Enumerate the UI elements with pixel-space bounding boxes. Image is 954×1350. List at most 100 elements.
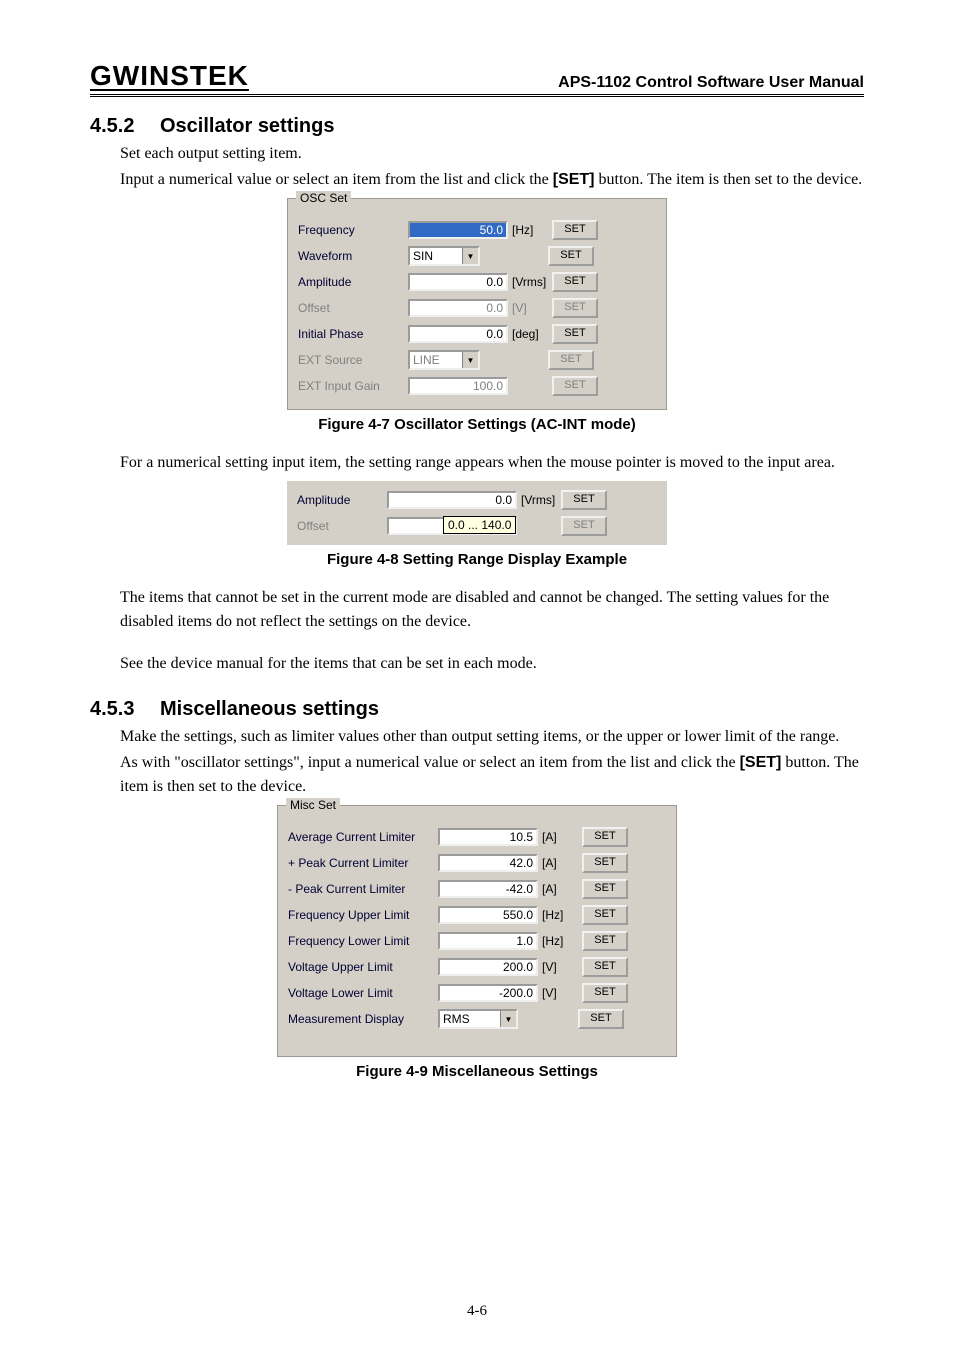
set-button[interactable]: SET: [582, 853, 628, 873]
misc-set-group: Misc Set Average Current Limiter 10.5 [A…: [277, 805, 677, 1057]
page-header: GWINSTEK APS-1102 Control Software User …: [90, 60, 864, 97]
para: The items that cannot be set in the curr…: [120, 586, 864, 634]
set-button[interactable]: SET: [582, 879, 628, 899]
chevron-down-icon[interactable]: ▼: [462, 248, 478, 264]
row-initial-phase: Initial Phase 0.0 [deg] SET: [298, 321, 656, 347]
measurement-combo[interactable]: RMS ▼: [438, 1009, 518, 1029]
set-button[interactable]: SET: [552, 324, 598, 344]
para: Set each output setting item.: [120, 142, 864, 166]
group-legend: Misc Set: [286, 798, 340, 812]
offset-input: 0.0: [408, 299, 508, 317]
row-freq-lower: Frequency Lower Limit 1.0 [Hz] SET: [288, 928, 666, 954]
row-measurement-display: Measurement Display RMS ▼ SET: [288, 1006, 666, 1032]
row-ext-source: EXT Source LINE ▼ SET: [298, 347, 656, 373]
row-waveform: Waveform SIN ▼ SET: [298, 243, 656, 269]
chevron-down-icon[interactable]: ▼: [500, 1011, 516, 1027]
amplitude-input[interactable]: 0.0: [387, 491, 517, 509]
unit: [V]: [538, 960, 582, 974]
ext-gain-input: 100.0: [408, 377, 508, 395]
para: For a numerical setting input item, the …: [120, 451, 864, 475]
value-input[interactable]: 550.0: [438, 906, 538, 924]
field-label: Frequency: [298, 223, 408, 237]
para: Input a numerical value or select an ite…: [120, 168, 864, 192]
field-label: Amplitude: [297, 493, 387, 507]
unit: [V]: [538, 986, 582, 1000]
group-legend: OSC Set: [296, 191, 351, 205]
unit: [Hz]: [538, 908, 582, 922]
field-label: Initial Phase: [298, 327, 408, 341]
set-button[interactable]: SET: [582, 931, 628, 951]
range-example-panel: Amplitude 0.0 [Vrms] SET Offset 0.0 ... …: [287, 481, 667, 545]
figure-caption: Figure 4-8 Setting Range Display Example: [90, 551, 864, 568]
section-title: Miscellaneous settings: [160, 698, 379, 720]
figure-caption: Figure 4-9 Miscellaneous Settings: [90, 1063, 864, 1080]
text: [SET]: [553, 171, 595, 188]
para: See the device manual for the items that…: [120, 652, 864, 676]
section-453-heading: 4.5.3Miscellaneous settings: [90, 698, 864, 721]
row-amplitude: Amplitude 0.0 [Vrms] SET: [298, 269, 656, 295]
row-volt-lower: Voltage Lower Limit -200.0 [V] SET: [288, 980, 666, 1006]
set-button[interactable]: SET: [552, 272, 598, 292]
amplitude-input[interactable]: 0.0: [408, 273, 508, 291]
range-tooltip: 0.0 ... 140.0: [443, 516, 516, 534]
row-volt-upper: Voltage Upper Limit 200.0 [V] SET: [288, 954, 666, 980]
initial-phase-input[interactable]: 0.0: [408, 325, 508, 343]
value-input[interactable]: 1.0: [438, 932, 538, 950]
text: Input a numerical value or select an ite…: [120, 171, 553, 188]
value-input[interactable]: 10.5: [438, 828, 538, 846]
text: button. The item is then set to the devi…: [595, 171, 863, 188]
unit: [A]: [538, 830, 582, 844]
misc-set-panel: Misc Set Average Current Limiter 10.5 [A…: [277, 805, 677, 1057]
field-label: - Peak Current Limiter: [288, 882, 438, 896]
set-button[interactable]: SET: [582, 905, 628, 925]
field-label: Offset: [298, 301, 408, 315]
unit: [Vrms]: [508, 275, 552, 289]
set-button[interactable]: SET: [552, 220, 598, 240]
row-frequency: Frequency 50.0 [Hz] SET: [298, 217, 656, 243]
set-button[interactable]: SET: [548, 246, 594, 266]
unit: [Vrms]: [517, 493, 561, 507]
text: [SET]: [740, 754, 782, 771]
row-amplitude-example: Amplitude 0.0 [Vrms] SET: [297, 487, 657, 513]
osc-set-panel: OSC Set Frequency 50.0 [Hz] SET Waveform…: [287, 198, 667, 410]
field-label: Amplitude: [298, 275, 408, 289]
value-input[interactable]: -200.0: [438, 984, 538, 1002]
figure-caption: Figure 4-7 Oscillator Settings (AC-INT m…: [90, 416, 864, 433]
set-button: SET: [552, 376, 598, 396]
value-input[interactable]: 42.0: [438, 854, 538, 872]
field-label: Voltage Upper Limit: [288, 960, 438, 974]
osc-set-group: OSC Set Frequency 50.0 [Hz] SET Waveform…: [287, 198, 667, 410]
para: Make the settings, such as limiter value…: [120, 725, 864, 749]
row-ext-input-gain: EXT Input Gain 100.0 SET: [298, 373, 656, 399]
unit: [Hz]: [538, 934, 582, 948]
frequency-input[interactable]: 50.0: [408, 221, 508, 239]
set-button[interactable]: SET: [582, 957, 628, 977]
row-offset: Offset 0.0 [V] SET: [298, 295, 656, 321]
waveform-combo[interactable]: SIN ▼: [408, 246, 480, 266]
field-label: Average Current Limiter: [288, 830, 438, 844]
unit: [A]: [538, 856, 582, 870]
unit: [V]: [508, 301, 552, 315]
set-button: SET: [548, 350, 594, 370]
combo-value: SIN: [410, 249, 462, 263]
set-button[interactable]: SET: [578, 1009, 624, 1029]
value-input[interactable]: -42.0: [438, 880, 538, 898]
set-button[interactable]: SET: [582, 983, 628, 1003]
section-num: 4.5.3: [90, 698, 160, 721]
field-label: EXT Source: [298, 353, 408, 367]
row-neg-peak-limiter: - Peak Current Limiter -42.0 [A] SET: [288, 876, 666, 902]
para: As with "oscillator settings", input a n…: [120, 751, 864, 799]
field-label: Voltage Lower Limit: [288, 986, 438, 1000]
set-button: SET: [561, 516, 607, 536]
set-button[interactable]: SET: [582, 827, 628, 847]
field-label: Waveform: [298, 249, 408, 263]
set-button[interactable]: SET: [561, 490, 607, 510]
manual-title: APS-1102 Control Software User Manual: [558, 74, 864, 92]
section-452-heading: 4.5.2Oscillator settings: [90, 115, 864, 138]
logo: GWINSTEK: [90, 60, 249, 92]
value-input[interactable]: 200.0: [438, 958, 538, 976]
section-num: 4.5.2: [90, 115, 160, 138]
field-label: EXT Input Gain: [298, 379, 408, 393]
field-label: Frequency Lower Limit: [288, 934, 438, 948]
text: As with "oscillator settings", input a n…: [120, 754, 740, 771]
